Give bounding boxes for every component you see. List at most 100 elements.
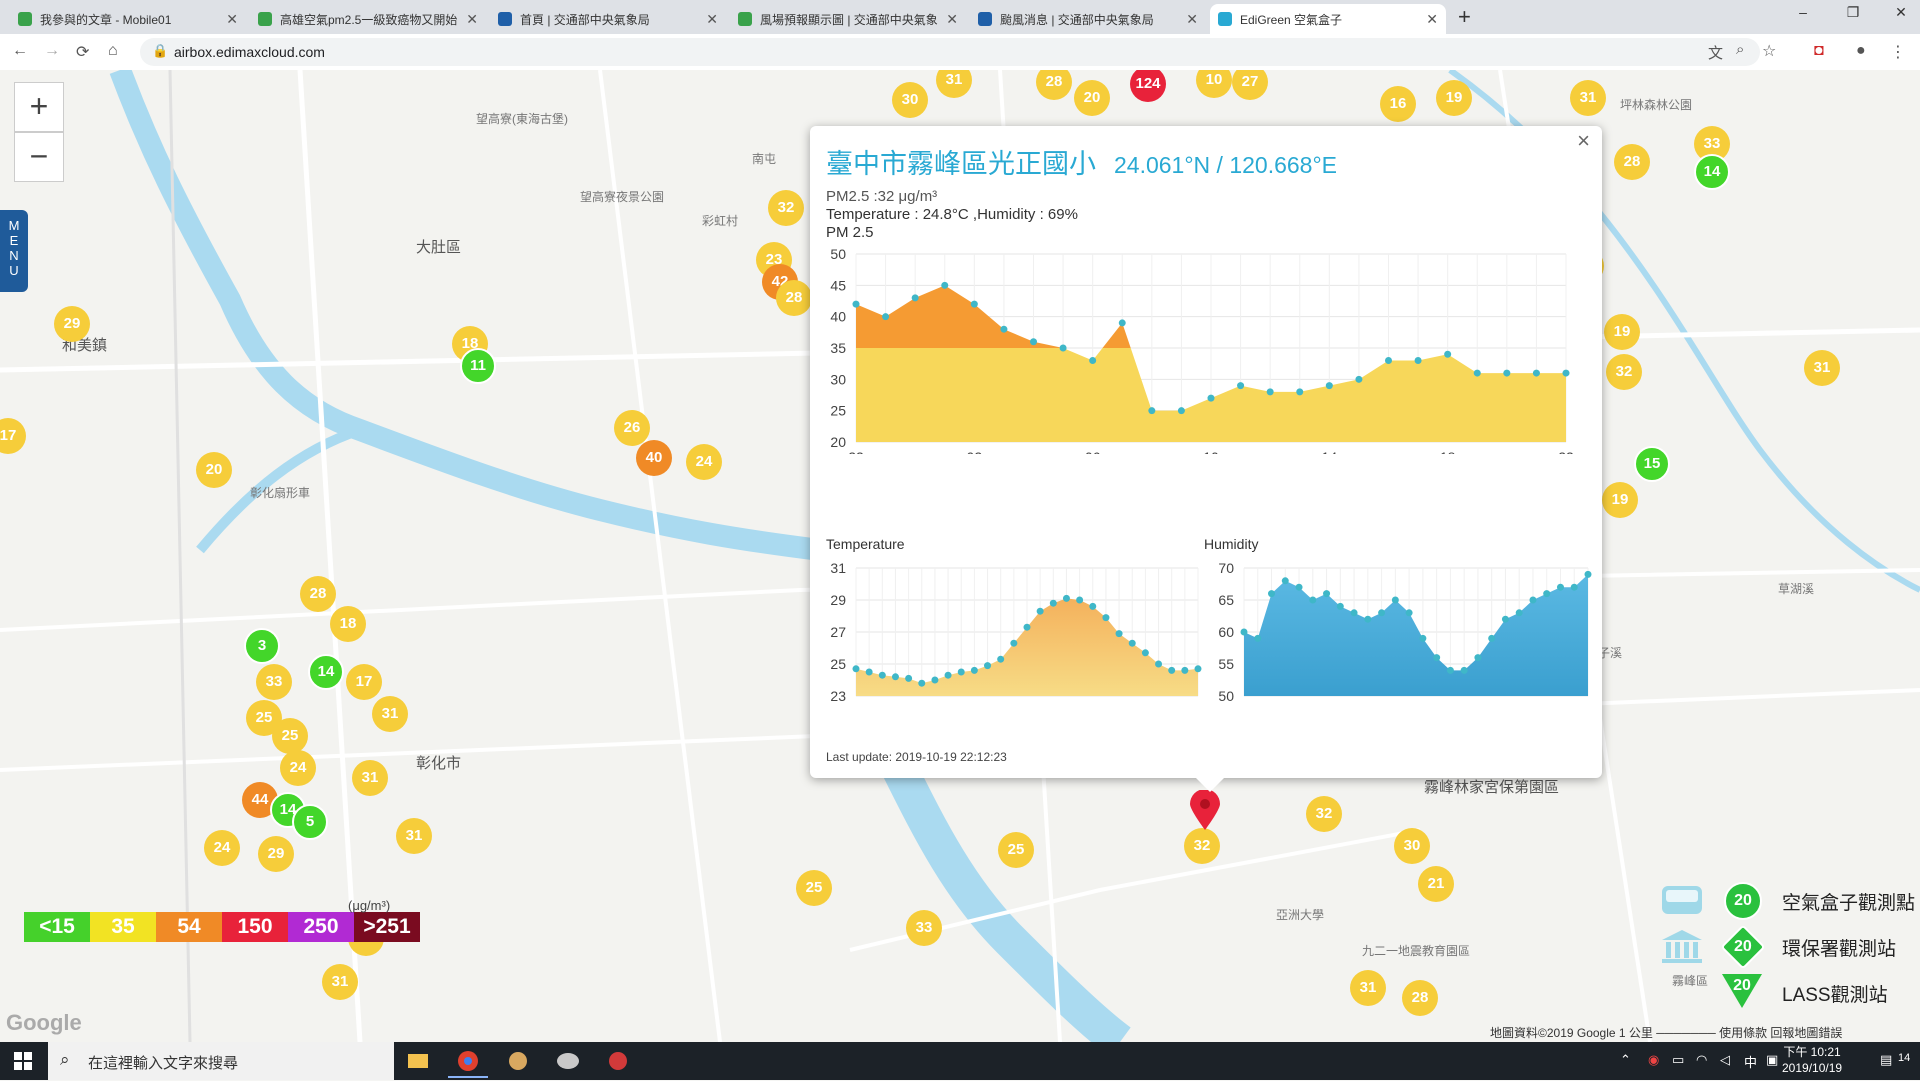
station-marker[interactable]: 31: [372, 696, 408, 732]
legend-marker-triangle: 20: [1722, 974, 1762, 1008]
government-building-icon: [1662, 930, 1702, 963]
station-marker[interactable]: 28: [300, 576, 336, 612]
station-marker[interactable]: 25: [998, 832, 1034, 868]
zoom-icon[interactable]: ⌕: [1736, 41, 1744, 58]
url-text[interactable]: airbox.edimaxcloud.com: [174, 44, 325, 60]
popup-close-button[interactable]: ×: [1577, 128, 1590, 154]
station-marker[interactable]: 14: [1694, 154, 1730, 190]
station-marker[interactable]: 31: [1350, 970, 1386, 1006]
zoom-in-button[interactable]: +: [14, 82, 64, 132]
home-icon[interactable]: ⌂: [108, 42, 118, 60]
station-marker[interactable]: 18: [330, 606, 366, 642]
antivirus-icon[interactable]: ◉: [1648, 1052, 1659, 1068]
station-marker[interactable]: 17: [346, 664, 382, 700]
translate-icon[interactable]: 文: [1708, 42, 1723, 63]
tab-close-icon[interactable]: ✕: [706, 11, 718, 28]
station-marker[interactable]: 21: [1418, 866, 1454, 902]
station-marker[interactable]: 28: [1614, 144, 1650, 180]
ime-indicator[interactable]: 中: [1744, 1052, 1757, 1071]
chrome-icon[interactable]: [448, 1046, 488, 1078]
station-marker[interactable]: 14: [308, 654, 344, 690]
maximize-button[interactable]: ❐: [1838, 4, 1868, 21]
windows-start-icon[interactable]: [14, 1052, 32, 1070]
station-marker[interactable]: 40: [636, 440, 672, 476]
station-marker[interactable]: 32: [1306, 796, 1342, 832]
keyboard-icon[interactable]: ▣: [1766, 1052, 1778, 1068]
station-marker[interactable]: 29: [54, 306, 90, 342]
station-marker[interactable]: 28: [1402, 980, 1438, 1016]
station-marker[interactable]: 24: [204, 830, 240, 866]
station-marker[interactable]: 24: [686, 444, 722, 480]
browser-tab[interactable]: 我參與的文章 - Mobile01 ✕: [10, 4, 246, 34]
profile-icon[interactable]: ●: [1856, 42, 1866, 60]
station-marker[interactable]: 32: [1606, 354, 1642, 390]
station-marker[interactable]: 31: [352, 760, 388, 796]
minimize-button[interactable]: –: [1788, 4, 1818, 20]
map-attribution[interactable]: 地圖資料©2019 Google 1 公里 ─────── 使用條款 回報地圖錯…: [1490, 1024, 1842, 1041]
station-marker[interactable]: 19: [1602, 482, 1638, 518]
app-icon[interactable]: [598, 1046, 638, 1076]
system-clock[interactable]: 下午 10:21 2019/10/19: [1782, 1044, 1842, 1076]
station-marker[interactable]: 33: [256, 664, 292, 700]
location-pin-icon[interactable]: [1190, 789, 1220, 830]
tab-close-icon[interactable]: ✕: [946, 11, 958, 28]
tab-close-icon[interactable]: ✕: [1426, 11, 1438, 28]
station-marker[interactable]: 32: [1184, 828, 1220, 864]
station-marker[interactable]: 28: [776, 280, 812, 316]
menu-tab[interactable]: MENU: [0, 210, 28, 292]
volume-icon[interactable]: ◁: [1720, 1052, 1730, 1068]
station-marker[interactable]: 11: [460, 348, 496, 384]
scale-swatch: 250: [288, 912, 354, 942]
station-marker[interactable]: 31: [322, 964, 358, 1000]
station-marker[interactable]: 33: [906, 910, 942, 946]
new-tab-button[interactable]: +: [1458, 4, 1471, 30]
tab-close-icon[interactable]: ✕: [466, 11, 478, 28]
station-marker[interactable]: 15: [1634, 446, 1670, 482]
back-icon[interactable]: ←: [12, 42, 28, 60]
browser-tab[interactable]: 颱風消息 | 交通部中央氣象局 ✕: [970, 4, 1206, 34]
data-point: [931, 676, 939, 684]
browser-tab[interactable]: 首頁 | 交通部中央氣象局 ✕: [490, 4, 726, 34]
tab-close-icon[interactable]: ✕: [1186, 11, 1198, 28]
station-marker[interactable]: 30: [1394, 828, 1430, 864]
taskbar-search-box[interactable]: ⌕ 在這裡輸入文字來搜尋: [48, 1042, 394, 1080]
station-marker[interactable]: 16: [1380, 86, 1416, 122]
forward-icon[interactable]: →: [44, 42, 60, 60]
station-marker[interactable]: 3: [244, 628, 280, 664]
station-marker[interactable]: 29: [258, 836, 294, 872]
tray-chevron-icon[interactable]: ⌃: [1620, 1052, 1631, 1068]
station-marker[interactable]: 20: [196, 452, 232, 488]
bookmark-star-icon[interactable]: ☆: [1762, 41, 1776, 61]
close-window-button[interactable]: ✕: [1886, 4, 1916, 21]
tab-close-icon[interactable]: ✕: [226, 11, 238, 28]
station-marker[interactable]: 19: [1436, 80, 1472, 116]
address-bar[interactable]: 🔒 airbox.edimaxcloud.com 文 ⌕ ☆: [140, 38, 1776, 66]
data-point: [1296, 388, 1304, 396]
station-marker[interactable]: 5: [292, 804, 328, 840]
station-marker[interactable]: 25: [796, 870, 832, 906]
app-icon[interactable]: [498, 1046, 538, 1076]
station-marker[interactable]: 25: [272, 718, 308, 754]
station-marker[interactable]: 30: [892, 82, 928, 118]
browser-tab[interactable]: 風場預報顯示圖 | 交通部中央氣象 ✕: [730, 4, 966, 34]
station-marker[interactable]: 24: [280, 750, 316, 786]
notification-icon[interactable]: ▤: [1880, 1052, 1892, 1068]
station-marker[interactable]: 32: [768, 190, 804, 226]
zoom-out-button[interactable]: −: [14, 132, 64, 182]
browser-tab[interactable]: 高雄空氣pm2.5一級致癌物又開始 ✕: [250, 4, 486, 34]
station-marker[interactable]: 20: [1074, 80, 1110, 116]
file-explorer-icon[interactable]: [398, 1046, 438, 1076]
reload-icon[interactable]: ⟳: [76, 42, 89, 62]
wifi-icon[interactable]: ◠: [1696, 1052, 1707, 1068]
station-marker[interactable]: 19: [1604, 314, 1640, 350]
data-point: [1240, 628, 1248, 636]
browser-tab[interactable]: EdiGreen 空氣盒子 ✕: [1210, 4, 1446, 34]
station-marker[interactable]: 26: [614, 410, 650, 446]
station-marker[interactable]: 31: [1570, 80, 1606, 116]
app-icon[interactable]: [548, 1046, 588, 1076]
station-marker[interactable]: 31: [1804, 350, 1840, 386]
extension-icon[interactable]: ◘: [1814, 42, 1824, 60]
station-marker[interactable]: 31: [396, 818, 432, 854]
battery-icon[interactable]: ▭: [1672, 1052, 1684, 1068]
menu-dots-icon[interactable]: ⋮: [1890, 42, 1906, 62]
